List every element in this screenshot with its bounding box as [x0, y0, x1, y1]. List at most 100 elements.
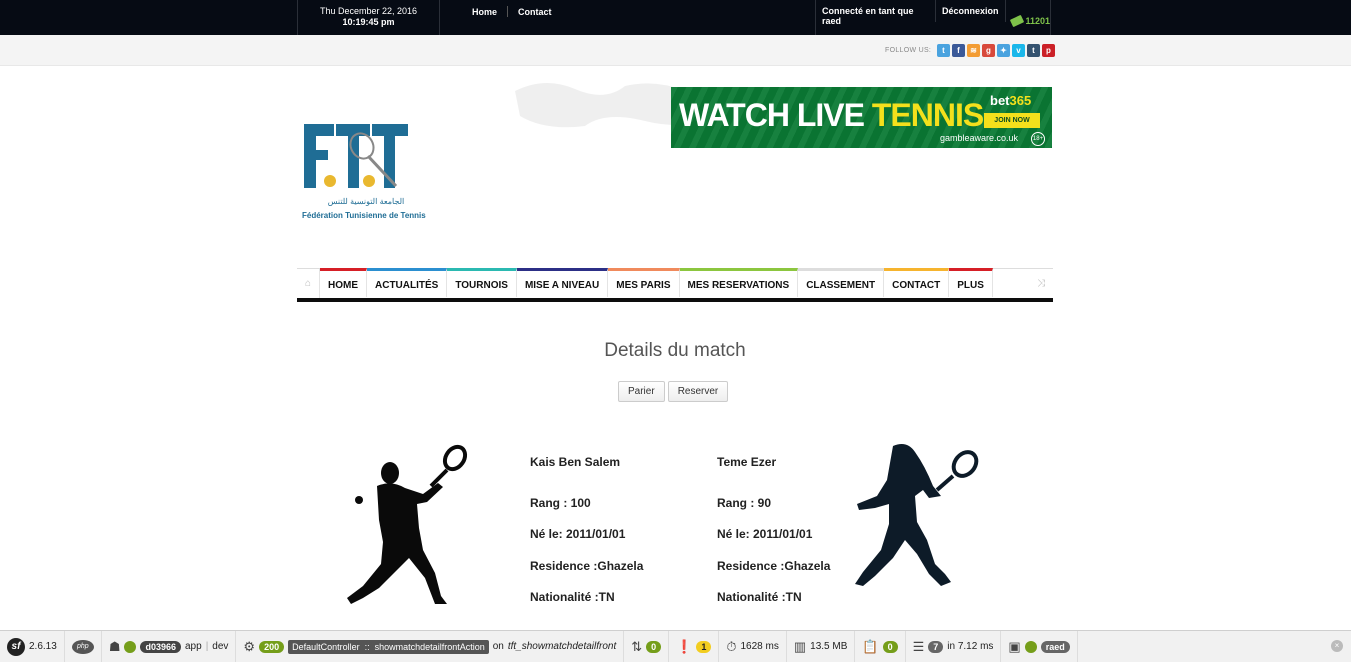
- db-block[interactable]: ☰ 7 in 7.12 ms: [906, 630, 1002, 662]
- nav-items: HOME ACTUALITÉS TOURNOIS MISE A NIVEAU MES P…: [320, 268, 993, 298]
- sf-version-block[interactable]: sf 2.6.13: [0, 630, 65, 662]
- user-card-icon: ▣: [1008, 638, 1021, 654]
- nav-item-classement[interactable]: CLASSEMENT: [798, 268, 885, 297]
- banner-headline-b: TENNIS: [871, 97, 984, 133]
- top-link-contact[interactable]: Contact: [518, 7, 552, 17]
- reserve-button[interactable]: Reserver: [667, 381, 729, 402]
- player2-nationality: Nationalité :TN: [717, 590, 802, 604]
- banner-brand: bet365: [990, 93, 1031, 108]
- nav-item-mes-reservations[interactable]: MES RESERVATIONS: [679, 268, 799, 297]
- time-block[interactable]: ⏱ 1628 ms: [719, 630, 787, 662]
- request-time: 1628 ms: [740, 641, 779, 652]
- player2-silhouette: [855, 444, 979, 586]
- php-block[interactable]: php: [65, 630, 102, 662]
- memory-icon: ▥: [793, 638, 807, 654]
- banner-age-badge: 18+: [1031, 132, 1045, 146]
- player2-rank: Rang : 90: [717, 496, 772, 510]
- alert-icon: ❗: [676, 638, 693, 654]
- ajax-arrows-icon: ⇅: [631, 638, 643, 654]
- date-time-box: Thu December 22, 2016 10:19:45 pm: [297, 0, 440, 35]
- ftt-logo[interactable]: الجامعة التونسية للتنس Fédération Tunisi…: [302, 124, 426, 224]
- logout-link[interactable]: Déconnexion: [942, 6, 999, 35]
- nav-item-plus[interactable]: PLUS: [949, 268, 993, 297]
- controller-badge: DefaultController :: showmatchdetailfron…: [288, 639, 489, 654]
- auth-dot: [1024, 640, 1037, 653]
- connected-as-label: Connecté en tant que raed: [822, 6, 914, 26]
- gear-icon: ⚙: [243, 638, 256, 654]
- tumblr-icon[interactable]: ✦: [997, 44, 1010, 57]
- memory-block[interactable]: ▥ 13.5 MB: [787, 630, 856, 662]
- top-links: Home Contact: [472, 6, 552, 17]
- env-app: app: [185, 641, 202, 652]
- database-icon: ☰: [912, 638, 925, 654]
- account-separator: [935, 0, 937, 22]
- forms-block[interactable]: 📋 0: [855, 630, 906, 662]
- banner-headline: WATCH LIVE TENNIS: [679, 97, 984, 134]
- match-details: Details du match Parier Reserver Kais Be…: [297, 312, 1053, 630]
- follow-us-label: FOLLOW US:: [885, 47, 932, 54]
- account-separator: [1004, 0, 1006, 22]
- route-prefix: on: [492, 641, 504, 652]
- player2-name: Teme Ezer: [717, 455, 777, 469]
- match-actions: Parier Reserver: [618, 381, 729, 402]
- rss-icon[interactable]: ≋: [967, 44, 980, 57]
- shuffle-icon[interactable]: ⤨: [1037, 278, 1045, 289]
- banner-gamble-aware: gambleaware.co.uk: [940, 133, 1019, 143]
- banner-brand-b: 365: [1009, 93, 1032, 108]
- banner-brand-a: bet: [990, 93, 1010, 108]
- player1-nationality: Nationalité :TN: [530, 590, 615, 604]
- nav-item-actualit-s[interactable]: ACTUALITÉS: [367, 268, 448, 297]
- player1-born: Né le: 2011/01/01: [530, 527, 626, 541]
- player1-silhouette: [347, 444, 468, 604]
- banner-join-button[interactable]: JOIN NOW: [984, 113, 1040, 128]
- player1-rank: Rang : 100: [530, 496, 591, 510]
- nav-item-home[interactable]: HOME: [320, 268, 367, 297]
- action-name: showmatchdetailfrontAction: [374, 641, 485, 652]
- follow-bar: FOLLOW US: t f ≋ g ✦ v t p: [0, 35, 1351, 66]
- bet365-ad-banner[interactable]: WATCH LIVE TENNIS bet365 JOIN NOW gamble…: [671, 87, 1052, 148]
- security-block[interactable]: ▣ raed: [1001, 630, 1078, 662]
- pinterest-icon[interactable]: p: [1042, 44, 1055, 57]
- error-count: 1: [696, 640, 712, 653]
- googleplus-icon[interactable]: g: [982, 44, 995, 57]
- points-value: 11201: [1025, 15, 1051, 26]
- request-block[interactable]: ⚙ 200 DefaultController :: showmatchdeta…: [236, 630, 625, 662]
- query-count: 7: [928, 640, 944, 653]
- twitter-icon[interactable]: t: [937, 44, 950, 57]
- ajax-block[interactable]: ⇅ 0: [624, 630, 670, 662]
- account-box: Connecté en tant que raed Déconnexion 11…: [815, 0, 1051, 35]
- money-icon: [1010, 14, 1025, 27]
- nav-item-tournois[interactable]: TOURNOIS: [447, 268, 517, 297]
- memory-usage: 13.5 MB: [810, 641, 848, 652]
- config-block[interactable]: ☗ d03966 app | dev: [102, 630, 237, 662]
- status-code-badge: 200: [259, 640, 285, 653]
- home-icon[interactable]: ⌂: [297, 269, 320, 298]
- symfony-debug-toolbar: sf 2.6.13 php ☗ d03966 app | dev ⚙ 200 D…: [0, 630, 1351, 662]
- user-badge: raed: [1040, 640, 1070, 653]
- route-name: tft_showmatchdetailfront: [507, 641, 617, 652]
- tumblr-t-icon[interactable]: t: [1027, 44, 1040, 57]
- sf-version: 2.6.13: [29, 641, 57, 652]
- top-bar: Thu December 22, 2016 10:19:45 pm Home C…: [0, 0, 1351, 35]
- close-toolbar-icon[interactable]: ×: [1331, 640, 1343, 652]
- nav-item-mes-paris[interactable]: MES PARIS: [608, 268, 680, 297]
- top-link-home[interactable]: Home: [472, 7, 497, 17]
- forms-count: 0: [882, 640, 898, 653]
- php-logo-icon: php: [71, 639, 94, 654]
- query-time: in 7.12 ms: [947, 641, 994, 652]
- controller-name: DefaultController: [292, 641, 360, 652]
- logs-block[interactable]: ❗ 1: [669, 630, 720, 662]
- users-icon: ☗: [108, 638, 121, 654]
- vimeo-icon[interactable]: v: [1012, 44, 1025, 57]
- current-date: Thu December 22, 2016: [319, 6, 418, 16]
- nav-item-mise-a-niveau[interactable]: MISE A NIVEAU: [516, 268, 609, 297]
- federation-arabic-name: الجامعة التونسية للتنس: [327, 197, 405, 206]
- social-icons: t f ≋ g ✦ v t p: [937, 44, 1055, 57]
- player1-name: Kais Ben Salem: [530, 455, 621, 469]
- stopwatch-icon: ⏱: [726, 638, 737, 654]
- points-balance: 11201: [1010, 6, 1051, 35]
- facebook-icon[interactable]: f: [952, 44, 965, 57]
- bet-button[interactable]: Parier: [618, 381, 665, 402]
- env-dev: dev: [212, 641, 229, 652]
- nav-item-contact[interactable]: CONTACT: [884, 268, 950, 297]
